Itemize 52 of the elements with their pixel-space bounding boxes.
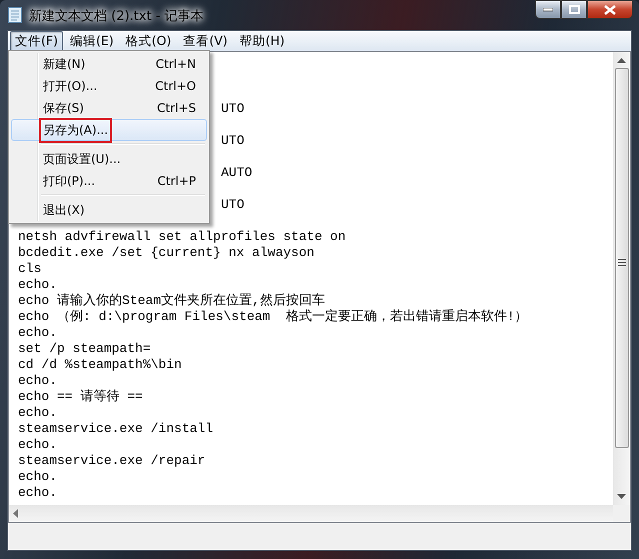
shortcut-label: Ctrl+S	[156, 101, 196, 115]
text-line: echo.	[18, 437, 58, 453]
menu-item[interactable]: 文件(F)	[10, 30, 63, 52]
text-line: UTO	[221, 101, 244, 117]
scroll-left-icon[interactable]	[13, 509, 19, 518]
menu-option[interactable]: 保存(S) Ctrl+S	[11, 97, 207, 119]
text-line: bcdedit.exe /set {current} nx alwayson	[18, 245, 316, 261]
menu-item[interactable]: 格式(O)	[120, 30, 176, 52]
horizontal-scrollbar[interactable]	[9, 505, 613, 522]
menu-option[interactable]: 页面设置(U)...	[11, 148, 207, 170]
maximize-icon	[568, 5, 580, 14]
text-line: cls	[18, 261, 42, 277]
menu-option[interactable]: 新建(N) Ctrl+N	[11, 53, 207, 75]
text-line: UTO	[221, 197, 244, 213]
grip-icon	[618, 259, 626, 266]
text-line: echo 请输入你的Steam文件夹所在位置,然后按回车	[18, 293, 326, 309]
text-line: echo.	[18, 277, 58, 293]
shortcut-label: Ctrl+P	[156, 174, 196, 188]
menu-item[interactable]: 编辑(E)	[64, 30, 119, 52]
text-line: echo.	[18, 485, 58, 501]
text-line: UTO	[221, 133, 244, 149]
text-line: echo.	[18, 405, 58, 421]
text-line: echo.	[18, 325, 58, 341]
maximize-button[interactable]	[561, 0, 587, 19]
text-line: set /p steampath=	[18, 341, 152, 357]
close-icon	[604, 4, 616, 14]
vertical-scrollbar[interactable]	[613, 52, 630, 505]
minimize-icon	[543, 8, 553, 12]
scroll-up-icon[interactable]	[617, 58, 626, 64]
text-line: steamservice.exe /repair	[18, 453, 206, 469]
notepad-icon	[7, 6, 23, 24]
text-line: cd /d %steampath%\bin	[18, 357, 183, 373]
text-line: echo == 请等待 ==	[18, 389, 144, 405]
menu-option[interactable]: 另存为(A)...	[11, 119, 207, 141]
window-title: 新建文本文档 (2).txt - 记事本	[29, 8, 205, 25]
scroll-thumb[interactable]	[614, 68, 628, 448]
text-line: AUTO	[221, 165, 252, 181]
scroll-down-icon[interactable]	[617, 494, 626, 500]
text-line: echo （例: d:\program Files\steam 格式一定要正确，若出错请重启本软件!）	[18, 309, 529, 325]
minimize-button[interactable]	[535, 0, 561, 19]
menu-item[interactable]: 帮助(H)	[234, 30, 290, 52]
menu-item[interactable]: 查看(V)	[178, 30, 233, 52]
menu-option[interactable]: 退出(X)	[11, 199, 207, 221]
close-button[interactable]	[587, 0, 633, 19]
shortcut-label: Ctrl+O	[154, 79, 196, 93]
text-line: echo.	[18, 373, 58, 389]
text-line: steamservice.exe /install	[18, 421, 214, 437]
menu-option[interactable]: 打印(P)... Ctrl+P	[11, 170, 207, 192]
text-line: netsh advfirewall set allprofiles state on	[18, 229, 347, 245]
text-line: echo.	[18, 469, 58, 485]
shortcut-label: Ctrl+N	[154, 57, 196, 71]
menu-option[interactable]: 打开(O)... Ctrl+O	[11, 75, 207, 97]
